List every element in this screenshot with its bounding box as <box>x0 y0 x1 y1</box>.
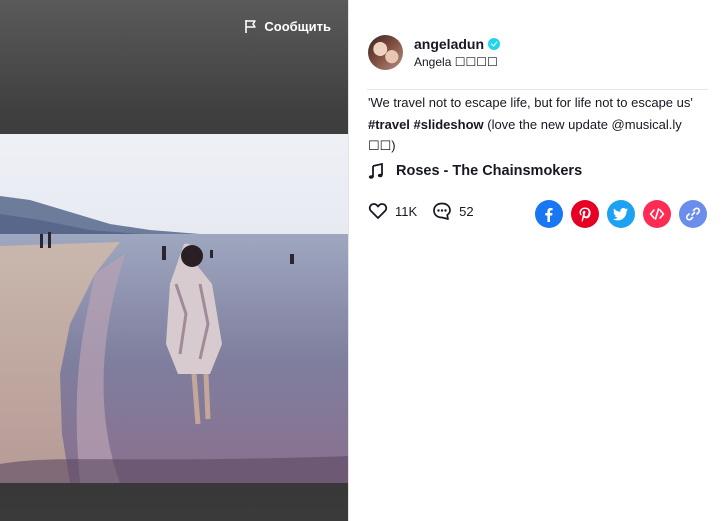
share-buttons <box>535 200 707 228</box>
hashtag-slideshow[interactable]: #slideshow <box>414 117 484 132</box>
report-label: Сообщить <box>264 18 331 34</box>
separator <box>367 89 708 90</box>
music-link[interactable]: Roses - The Chainsmokers <box>368 163 582 179</box>
engagement-stats: 11K 52 <box>368 201 489 221</box>
like-button[interactable]: 11K <box>368 201 417 221</box>
share-embed-button[interactable] <box>643 200 671 228</box>
video-frame <box>0 134 348 483</box>
comment-icon <box>433 202 452 220</box>
verified-icon <box>488 38 501 50</box>
copy-link-button[interactable] <box>679 200 707 228</box>
link-icon <box>685 207 701 221</box>
music-note-icon <box>368 163 383 179</box>
nickname: Angela ☐☐☐☐ <box>414 55 498 69</box>
share-facebook-button[interactable] <box>535 200 563 228</box>
panel-divider <box>348 0 349 521</box>
hashtag-travel[interactable]: #travel <box>368 117 410 132</box>
username[interactable]: angeladun <box>414 36 484 52</box>
author-block[interactable]: angeladun Angela ☐☐☐☐ <box>368 35 501 70</box>
report-button[interactable]: Сообщить <box>244 16 331 36</box>
share-pinterest-button[interactable] <box>571 200 599 228</box>
flag-icon <box>245 19 257 33</box>
pinterest-icon <box>579 207 591 222</box>
comment-button[interactable]: 52 <box>432 201 474 221</box>
video-info-panel: angeladun Angela ☐☐☐☐ 'We travel not to … <box>350 0 722 521</box>
comment-count: 52 <box>459 203 474 219</box>
video-caption: 'We travel not to escape life, but for l… <box>368 92 708 157</box>
embed-icon <box>649 208 665 220</box>
like-count: 11K <box>395 203 418 219</box>
twitter-icon <box>613 208 628 221</box>
video-player[interactable]: Сообщить <box>0 0 348 521</box>
caption-text: 'We travel not to escape life, but for l… <box>368 95 693 110</box>
avatar[interactable] <box>368 35 403 70</box>
share-twitter-button[interactable] <box>607 200 635 228</box>
heart-icon <box>368 203 388 219</box>
facebook-icon <box>545 208 553 222</box>
music-title: Roses - The Chainsmokers <box>396 163 583 179</box>
